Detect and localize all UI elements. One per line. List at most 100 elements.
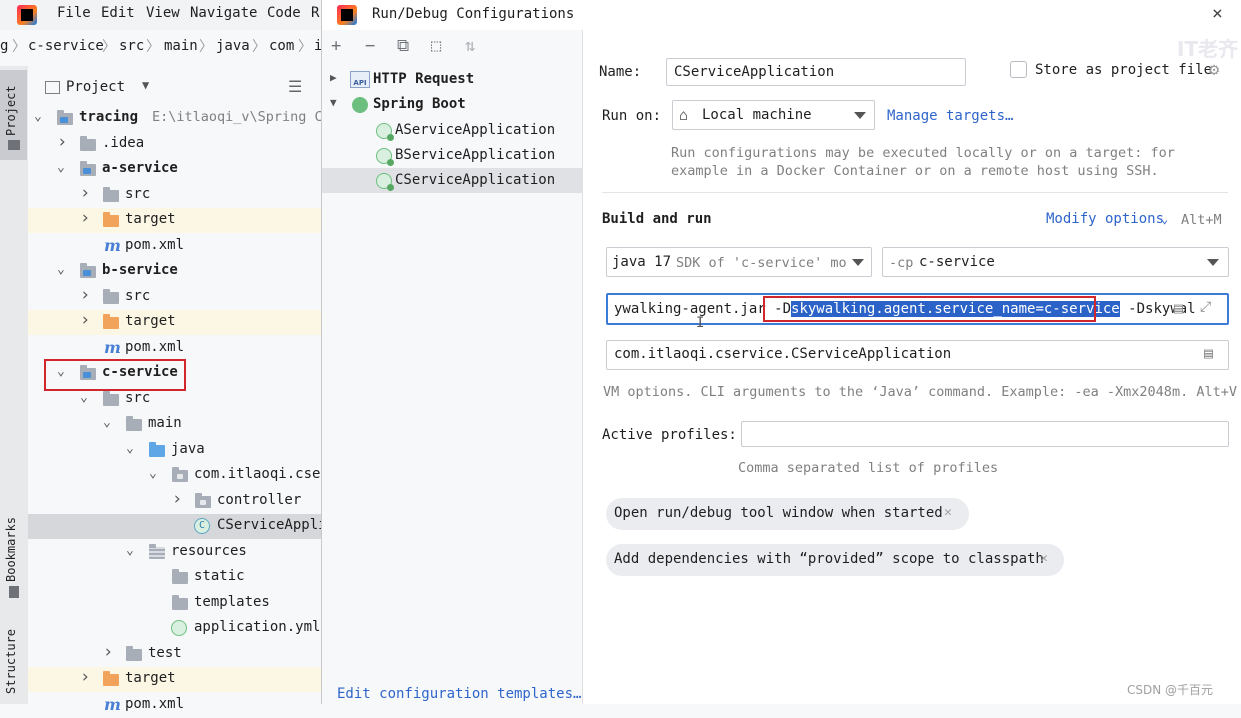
list-item-http-request[interactable]: ▶ API HTTP Request xyxy=(322,67,582,92)
chevron-right-icon[interactable]: › xyxy=(57,132,67,152)
chevron-down-icon[interactable]: ▼ xyxy=(330,96,337,109)
collapse-all-icon[interactable]: ☰ xyxy=(288,77,302,96)
tree-item[interactable]: ⌄ resources xyxy=(28,540,321,565)
active-profiles-hint: Comma separated list of profiles xyxy=(738,460,999,476)
tree-item[interactable]: ⌄ tracing E:\itlaoqi_v\Spring C xyxy=(28,106,321,131)
expand-text-icon[interactable]: ▤ xyxy=(1174,299,1184,317)
tree-item-label: test xyxy=(148,644,182,661)
close-icon[interactable]: × xyxy=(1212,3,1223,24)
main-class-input[interactable]: com.itlaoqi.cservice.CServiceApplication xyxy=(606,340,1229,370)
option-chip[interactable]: Open run/debug tool window when started … xyxy=(606,498,969,530)
sort-icon[interactable]: ⇅ xyxy=(465,36,475,56)
tree-item[interactable]: ⌄ main xyxy=(28,412,321,437)
tree-item[interactable]: static xyxy=(28,565,321,590)
classpath-select[interactable]: -cp c-service xyxy=(882,247,1229,277)
module-icon xyxy=(79,161,97,177)
maximize-icon[interactable]: ⤢ xyxy=(1200,299,1212,315)
option-chip[interactable]: Add dependencies with “provided” scope t… xyxy=(606,544,1064,576)
tree-item[interactable]: › test xyxy=(28,642,321,667)
chevron-down-icon[interactable]: ⌄ xyxy=(57,262,67,277)
list-item-spring-boot[interactable]: ▼ Spring Boot xyxy=(322,92,582,117)
jdk-select[interactable]: java 17 SDK of 'c-service' mo xyxy=(606,247,872,277)
close-icon[interactable]: ✕ xyxy=(1040,551,1048,566)
tree-item[interactable]: ⌄ java xyxy=(28,438,321,463)
modify-options-link[interactable]: Modify options xyxy=(1046,211,1164,227)
active-profiles-input[interactable] xyxy=(741,421,1229,447)
project-tool-label[interactable]: Project xyxy=(4,85,18,136)
name-input[interactable]: CServiceApplication xyxy=(666,58,966,86)
add-icon[interactable]: + xyxy=(331,36,341,56)
breadcrumb-item[interactable]: g xyxy=(0,38,8,54)
chevron-down-icon[interactable]: ▼ xyxy=(142,78,149,92)
bookmarks-tool-label[interactable]: Bookmarks xyxy=(4,517,18,582)
store-as-project-label[interactable]: Store as project file xyxy=(1035,62,1212,78)
breadcrumb-item[interactable]: java xyxy=(216,38,250,54)
tree-item[interactable]: › target xyxy=(28,667,321,692)
tree-item[interactable]: m pom.xml xyxy=(28,693,321,718)
breadcrumb-item[interactable]: src xyxy=(119,38,144,54)
remove-icon[interactable]: − xyxy=(365,36,375,56)
tree-item[interactable]: › .idea xyxy=(28,132,321,157)
chevron-down-icon[interactable]: ⌄ xyxy=(34,109,44,124)
breadcrumb-item[interactable]: com xyxy=(269,38,294,54)
chevron-down-icon[interactable]: ⌄ xyxy=(1161,212,1168,226)
chevron-right-icon[interactable]: › xyxy=(80,208,90,228)
intellij-logo-icon[interactable] xyxy=(17,5,37,25)
tree-item[interactable]: C CServiceAppli xyxy=(28,514,321,539)
tree-item[interactable]: m pom.xml xyxy=(28,336,321,361)
tree-item[interactable]: › src xyxy=(28,183,321,208)
excluded-folder-icon xyxy=(102,671,120,687)
gear-icon[interactable]: ⚙ xyxy=(1209,60,1219,80)
edit-templates-link[interactable]: Edit configuration templates… xyxy=(337,686,581,702)
menu-file[interactable]: File xyxy=(57,5,91,21)
folder-icon[interactable]: ⬚ xyxy=(431,36,441,56)
run-on-select[interactable]: ⌂ Local machine xyxy=(672,100,875,130)
menu-edit[interactable]: Edit xyxy=(101,5,135,21)
chevron-right-icon[interactable]: › xyxy=(172,489,182,509)
tree-item[interactable]: ⌄ a-service xyxy=(28,157,321,182)
chevron-right-icon[interactable]: ▶ xyxy=(330,71,337,84)
project-panel-title[interactable]: Project xyxy=(66,79,125,95)
chevron-down-icon[interactable]: ⌄ xyxy=(80,390,90,405)
copy-icon[interactable]: ⧉ xyxy=(397,36,409,56)
tree-item[interactable]: ⌄ com.itlaoqi.cser xyxy=(28,463,321,488)
build-and-run-heading: Build and run xyxy=(602,211,712,227)
tree-item[interactable]: › controller xyxy=(28,489,321,514)
class-icon: C xyxy=(194,518,210,534)
tree-item[interactable]: templates xyxy=(28,591,321,616)
close-icon[interactable]: ✕ xyxy=(944,505,952,520)
chevron-right-icon[interactable]: › xyxy=(80,667,90,687)
chevron-right-icon[interactable]: › xyxy=(103,642,113,662)
tree-item[interactable]: › src xyxy=(28,285,321,310)
vm-options-text: -Dskywal xyxy=(1119,301,1196,317)
list-item-bservice[interactable]: BServiceApplication xyxy=(322,143,582,168)
chevron-right-icon[interactable]: › xyxy=(80,183,90,203)
menu-code[interactable]: Code xyxy=(267,5,301,21)
manage-targets-link[interactable]: Manage targets… xyxy=(887,108,1013,124)
chevron-down-icon[interactable]: ⌄ xyxy=(126,441,136,456)
structure-tool-label[interactable]: Structure xyxy=(4,629,18,694)
tree-item[interactable]: m pom.xml xyxy=(28,234,321,259)
list-item-cservice[interactable]: CServiceApplication xyxy=(322,168,582,193)
tree-item[interactable]: › target xyxy=(28,208,321,233)
breadcrumb-item[interactable]: main xyxy=(164,38,198,54)
tree-item[interactable]: › target xyxy=(28,310,321,335)
chevron-right-icon[interactable]: › xyxy=(80,310,90,330)
store-as-project-checkbox[interactable] xyxy=(1010,61,1027,78)
browse-icon[interactable]: ▤ xyxy=(1204,344,1213,362)
chevron-right-icon[interactable]: › xyxy=(80,285,90,305)
menu-navigate[interactable]: Navigate xyxy=(190,5,257,21)
project-view-icon xyxy=(45,81,60,94)
menu-refactor[interactable]: R xyxy=(311,5,319,21)
tree-item[interactable]: ⌄ b-service xyxy=(28,259,321,284)
chevron-down-icon[interactable]: ⌄ xyxy=(103,415,113,430)
chevron-down-icon[interactable]: ⌄ xyxy=(149,466,159,481)
tree-item[interactable]: application.yml xyxy=(28,616,321,641)
chevron-down-icon[interactable]: ⌄ xyxy=(126,543,136,558)
breadcrumb: g 〉 c-service 〉 src 〉 main 〉 java 〉 com … xyxy=(0,38,322,66)
divider xyxy=(602,192,1228,193)
chevron-down-icon[interactable]: ⌄ xyxy=(57,160,67,175)
breadcrumb-item[interactable]: c-service xyxy=(28,38,104,54)
menu-view[interactable]: View xyxy=(146,5,180,21)
list-item-aservice[interactable]: AServiceApplication xyxy=(322,118,582,143)
